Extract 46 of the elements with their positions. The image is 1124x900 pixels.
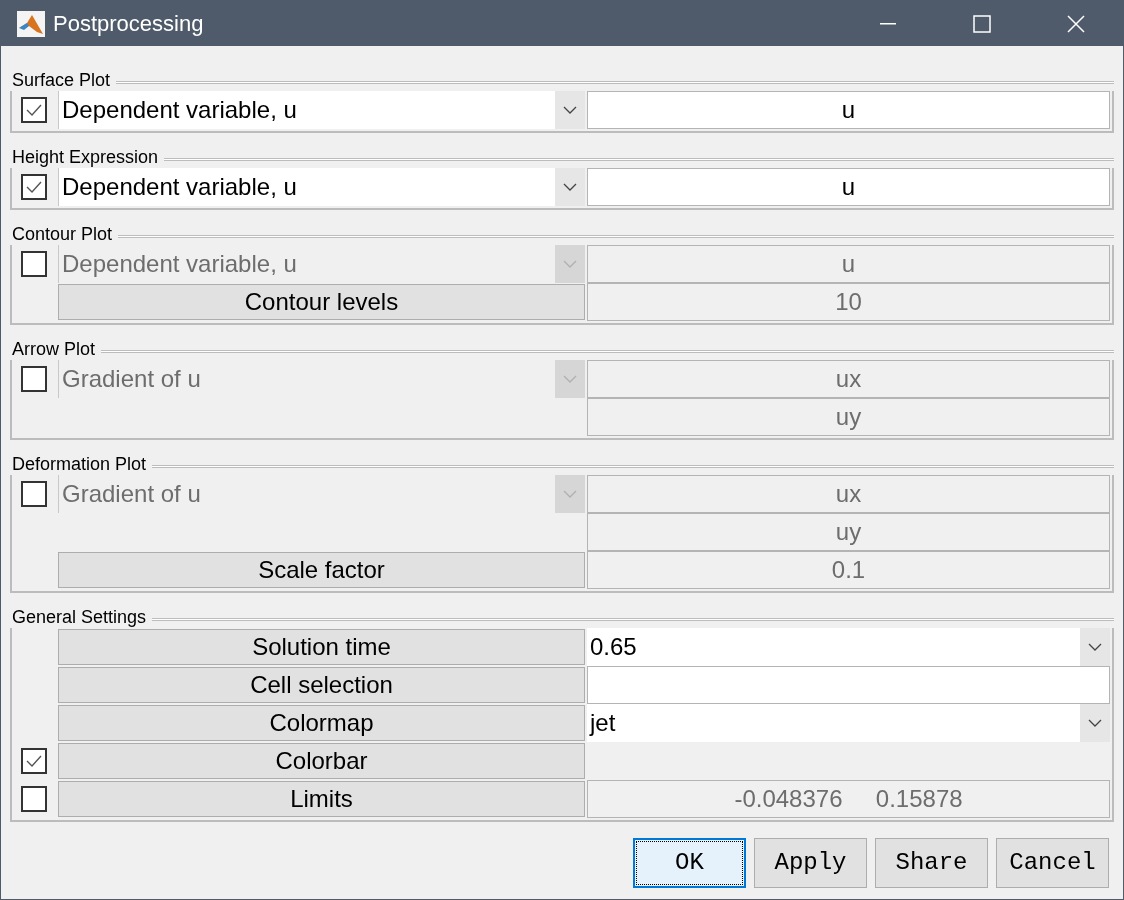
dialog-button[interactable]: Share bbox=[875, 838, 988, 888]
checkbox[interactable] bbox=[21, 748, 47, 774]
checkbox[interactable] bbox=[21, 251, 47, 277]
checkbox[interactable] bbox=[21, 786, 47, 812]
check-icon bbox=[26, 755, 42, 767]
check-icon bbox=[26, 104, 42, 116]
chevron-down-icon bbox=[1088, 719, 1102, 727]
label-button[interactable]: Colormap bbox=[58, 705, 585, 741]
label-button[interactable]: Contour levels bbox=[58, 284, 585, 320]
dialog-button[interactable]: Apply bbox=[754, 838, 867, 888]
dropdown[interactable]: 0.65 bbox=[587, 628, 1110, 666]
peak-logo-icon bbox=[17, 10, 45, 37]
group-title: General Settings bbox=[11, 607, 148, 627]
group-title: Arrow Plot bbox=[11, 339, 97, 359]
chevron-down-icon bbox=[563, 183, 577, 191]
chevron-down-icon bbox=[563, 375, 577, 383]
group-title: Deformation Plot bbox=[11, 454, 148, 474]
label-button[interactable]: Limits bbox=[58, 781, 585, 817]
label-button[interactable]: Colorbar bbox=[58, 743, 585, 779]
group-title: Contour Plot bbox=[11, 224, 114, 244]
checkbox[interactable] bbox=[21, 366, 47, 392]
dropdown[interactable]: Dependent variable, u bbox=[58, 168, 585, 206]
chevron-down-icon bbox=[563, 106, 577, 114]
input-field[interactable] bbox=[587, 666, 1110, 704]
label-button[interactable]: Cell selection bbox=[58, 667, 585, 703]
dialog-button[interactable]: OK bbox=[633, 838, 746, 888]
minimize-icon bbox=[880, 22, 896, 25]
group-title: Surface Plot bbox=[11, 70, 112, 90]
window-title: Postprocessing bbox=[53, 10, 205, 38]
chevron-down-icon bbox=[563, 490, 577, 498]
checkbox[interactable] bbox=[21, 174, 47, 200]
checkbox[interactable] bbox=[21, 481, 47, 507]
check-icon bbox=[26, 181, 42, 193]
dropdown[interactable]: jet bbox=[587, 704, 1110, 742]
chevron-down-icon bbox=[1088, 643, 1102, 651]
dropdown[interactable]: Dependent variable, u bbox=[58, 91, 585, 129]
input-field[interactable]: u bbox=[587, 168, 1110, 206]
label-button[interactable]: Solution time bbox=[58, 629, 585, 665]
checkbox[interactable] bbox=[21, 97, 47, 123]
maximize-icon bbox=[973, 14, 991, 33]
close-icon bbox=[1067, 14, 1085, 33]
input-field[interactable]: u bbox=[587, 91, 1110, 129]
chevron-down-icon bbox=[563, 260, 577, 268]
dialog-button[interactable]: Cancel bbox=[996, 838, 1109, 888]
label-button[interactable]: Scale factor bbox=[58, 552, 585, 588]
group-title: Height Expression bbox=[11, 147, 160, 167]
